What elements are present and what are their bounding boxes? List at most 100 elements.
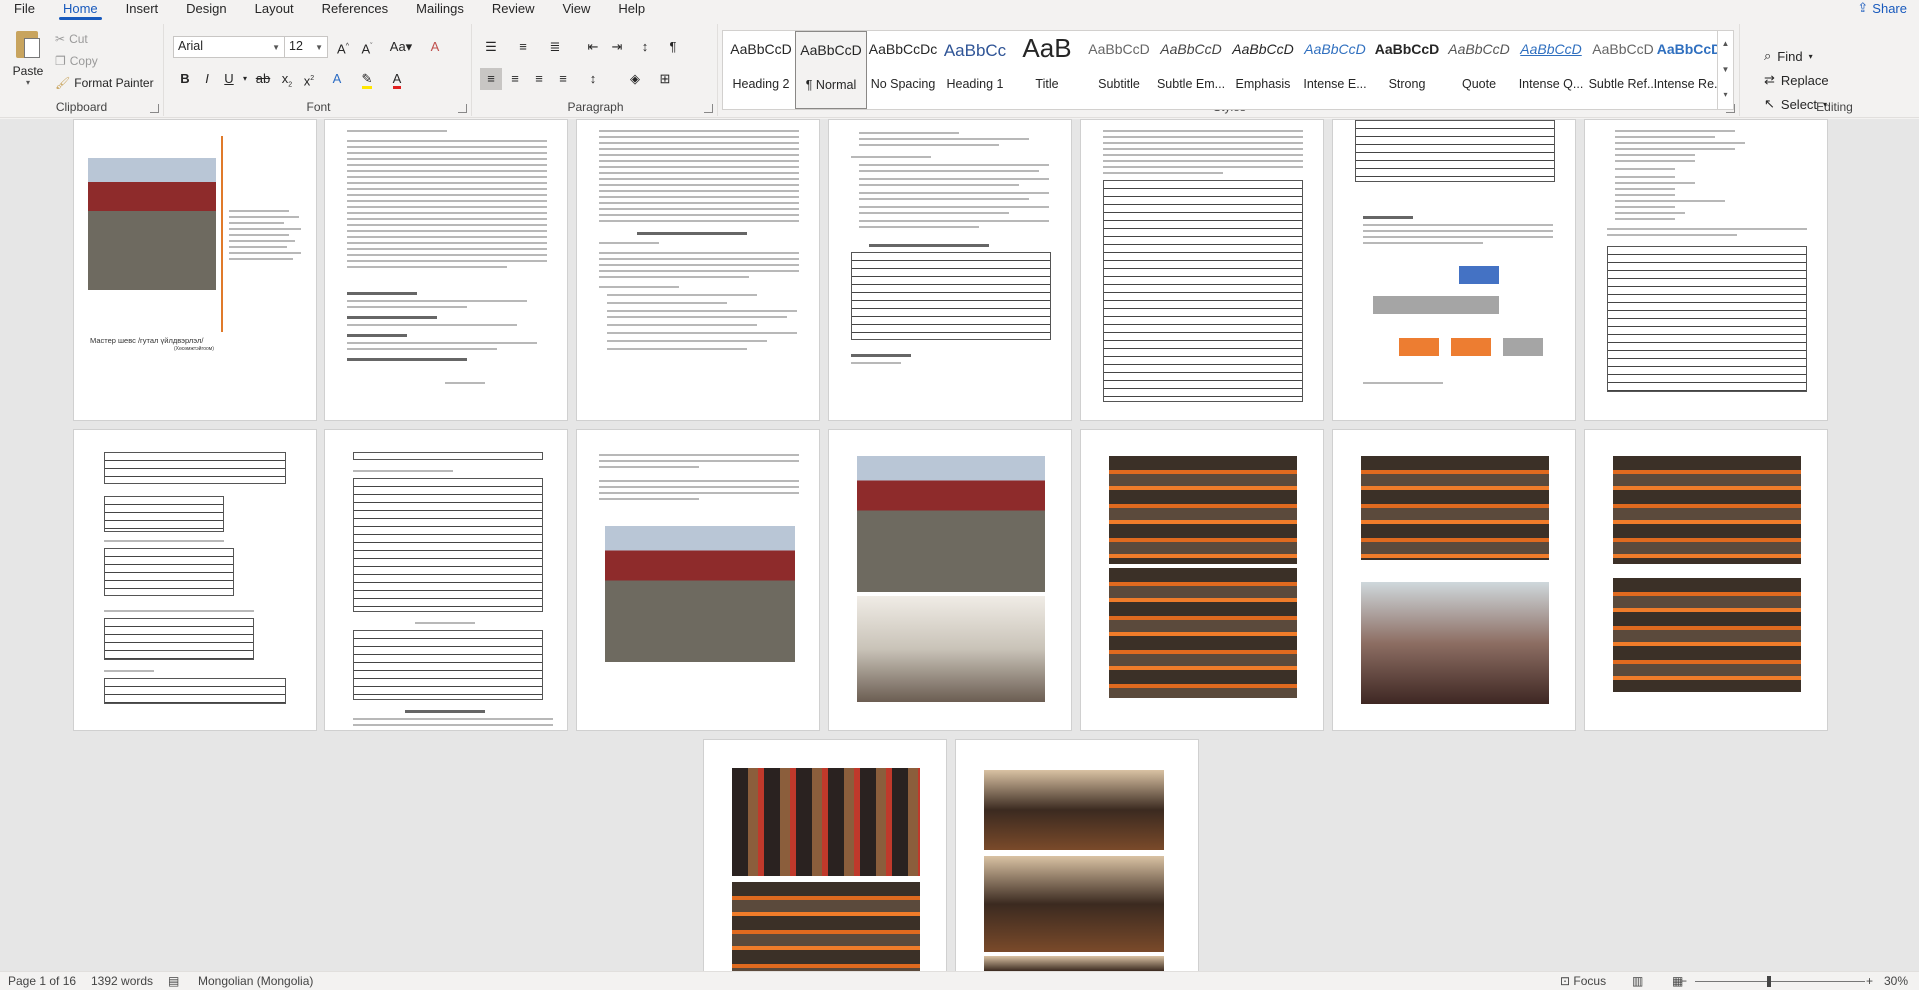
chevron-up-icon[interactable]: ▲ xyxy=(1718,31,1733,57)
align-right-icon[interactable]: ≡ xyxy=(528,68,550,90)
tab-file[interactable]: File xyxy=(0,0,49,20)
share-icon: ⇪ xyxy=(1857,0,1869,15)
highlight-icon[interactable]: ✎ xyxy=(356,68,378,90)
style-normal[interactable]: AaBbCcD ¶ Normal xyxy=(795,31,867,109)
page-6[interactable] xyxy=(1332,119,1576,421)
format-painter-button[interactable]: 🖌 Format Painter xyxy=(55,76,154,90)
zoom-slider-thumb[interactable] xyxy=(1767,976,1771,987)
page-16[interactable] xyxy=(955,739,1199,971)
focus-button[interactable]: ⊡ Focus xyxy=(1560,974,1606,988)
page-3[interactable] xyxy=(576,119,820,421)
style-subtitle[interactable]: AaBbCcD Subtitle xyxy=(1083,31,1155,109)
change-case-button[interactable]: Aa▾ xyxy=(386,36,416,58)
style-no-spacing[interactable]: AaBbCcDc No Spacing xyxy=(867,31,939,109)
page-15[interactable] xyxy=(703,739,947,971)
increase-indent-icon[interactable]: ⇥ xyxy=(606,36,628,58)
grow-font-button[interactable]: A^ xyxy=(332,36,354,58)
sort-icon[interactable]: ↕ xyxy=(634,36,656,58)
page-8[interactable] xyxy=(73,429,317,731)
cut-button[interactable]: ✂ Cut xyxy=(55,32,88,46)
bullets-icon[interactable]: ☰ xyxy=(480,36,502,58)
page-4[interactable] xyxy=(828,119,1072,421)
style-intense-emphasis[interactable]: AaBbCcD Intense E... xyxy=(1299,31,1371,109)
bold-button[interactable]: B xyxy=(174,68,196,90)
paste-button[interactable]: Paste ▾ xyxy=(8,28,48,87)
pilcrow-icon[interactable]: ¶ xyxy=(662,36,684,58)
clear-formatting-icon[interactable]: A xyxy=(424,36,446,58)
page-10[interactable] xyxy=(576,429,820,731)
tab-insert[interactable]: Insert xyxy=(112,0,173,20)
align-left-icon[interactable]: ≡ xyxy=(480,68,502,90)
zoom-out-icon[interactable]: − xyxy=(1680,974,1687,988)
dialog-launcher-icon[interactable] xyxy=(704,104,713,113)
chevron-down-icon[interactable]: ▼ xyxy=(1718,57,1733,83)
shrink-font-button[interactable]: Aˇ xyxy=(356,36,378,58)
tab-layout[interactable]: Layout xyxy=(241,0,308,20)
tab-mailings[interactable]: Mailings xyxy=(402,0,478,20)
subscript-button[interactable]: x2 xyxy=(276,68,298,90)
line-spacing-icon[interactable]: ↕ xyxy=(582,68,604,90)
page-11[interactable] xyxy=(828,429,1072,731)
font-family-select[interactable]: Arial ▼ xyxy=(173,36,285,58)
style-intense-reference[interactable]: AaBbCcD Intense Re... xyxy=(1653,31,1725,109)
dialog-launcher-icon[interactable] xyxy=(458,104,467,113)
style-title[interactable]: AaB Title xyxy=(1011,31,1083,109)
align-center-icon[interactable]: ≡ xyxy=(504,68,526,90)
page-14[interactable] xyxy=(1584,429,1828,731)
language-indicator[interactable]: Mongolian (Mongolia) xyxy=(198,974,313,988)
page-13[interactable] xyxy=(1332,429,1576,731)
text-effects-icon[interactable]: A xyxy=(326,68,348,90)
strikethrough-button[interactable]: ab xyxy=(252,68,274,90)
decrease-indent-icon[interactable]: ⇤ xyxy=(582,36,604,58)
tab-view[interactable]: View xyxy=(548,0,604,20)
gallery-scroll[interactable]: ▲ ▼ ▾ xyxy=(1717,31,1733,109)
document-area[interactable]: Мастер шевс /гутал үйлдвэрлэл/ (Хөсөмжтэ… xyxy=(0,119,1919,971)
zoom-level[interactable]: 30% xyxy=(1884,974,1908,988)
zoom-slider[interactable] xyxy=(1695,981,1865,982)
tab-design[interactable]: Design xyxy=(172,0,240,20)
page-1[interactable]: Мастер шевс /гутал үйлдвэрлэл/ (Хөсөмжтэ… xyxy=(73,119,317,421)
style-intense-quote[interactable]: AaBbCcD Intense Q... xyxy=(1515,31,1587,109)
copy-button[interactable]: ❐ Copy xyxy=(55,54,98,68)
word-count[interactable]: 1392 words xyxy=(91,974,153,988)
style-subtle-emphasis[interactable]: AaBbCcD Subtle Em... xyxy=(1155,31,1227,109)
style-quote[interactable]: AaBbCcD Quote xyxy=(1443,31,1515,109)
boot-photo xyxy=(984,956,1164,971)
page-9[interactable] xyxy=(324,429,568,731)
style-subtle-reference[interactable]: AaBbCcD Subtle Ref... xyxy=(1587,31,1659,109)
tab-references[interactable]: References xyxy=(308,0,402,20)
replace-button[interactable]: ⇄ Replace xyxy=(1764,72,1829,88)
proofing-icon[interactable]: ▤ xyxy=(168,974,179,988)
page-5[interactable] xyxy=(1080,119,1324,421)
tab-home[interactable]: Home xyxy=(49,0,112,20)
read-mode-icon[interactable]: ▥ xyxy=(1632,974,1643,988)
borders-icon[interactable]: ⊞ xyxy=(654,68,676,90)
page-7[interactable] xyxy=(1584,119,1828,421)
page-counter[interactable]: Page 1 of 16 xyxy=(8,974,76,988)
numbering-icon[interactable]: ≡ xyxy=(512,36,534,58)
style-heading-1[interactable]: AaBbCc Heading 1 xyxy=(939,31,1011,109)
multilevel-list-icon[interactable]: ≣ xyxy=(544,36,566,58)
find-button[interactable]: ⌕ Find ▾ xyxy=(1764,48,1813,64)
select-button[interactable]: ↖ Select ▾ xyxy=(1764,96,1827,112)
justify-icon[interactable]: ≡ xyxy=(552,68,574,90)
style-heading-2[interactable]: AaBbCcD Heading 2 xyxy=(725,31,797,109)
italic-button[interactable]: I xyxy=(196,68,218,90)
tab-help[interactable]: Help xyxy=(604,0,659,20)
shading-icon[interactable]: ◈ xyxy=(624,68,646,90)
style-sample: AaBbCcD xyxy=(800,42,862,58)
font-color-icon[interactable]: A xyxy=(386,68,408,90)
clipboard-group-label: Clipboard xyxy=(55,100,108,114)
more-icon[interactable]: ▾ xyxy=(1718,83,1733,107)
page-12[interactable] xyxy=(1080,429,1324,731)
share-button[interactable]: ⇪ Share xyxy=(1857,0,1907,16)
tab-review[interactable]: Review xyxy=(478,0,549,20)
superscript-button[interactable]: x2 xyxy=(298,68,320,90)
zoom-in-icon[interactable]: + xyxy=(1866,974,1873,988)
style-emphasis[interactable]: AaBbCcD Emphasis xyxy=(1227,31,1299,109)
page-2[interactable] xyxy=(324,119,568,421)
font-family-value: Arial xyxy=(178,39,204,53)
font-size-select[interactable]: 12 ▼ xyxy=(284,36,328,58)
dialog-launcher-icon[interactable] xyxy=(150,104,159,113)
style-strong[interactable]: AaBbCcD Strong xyxy=(1371,31,1443,109)
